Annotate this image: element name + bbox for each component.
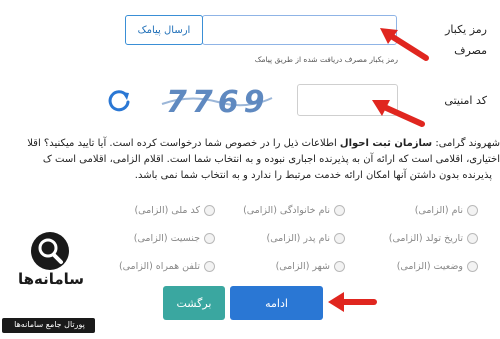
radio-icon[interactable] [467,261,478,272]
consent-line-3: پذیرنده بدون داشتن آنها امکان ارائه خدمت… [134,170,492,181]
field-label: وضعیت (الزامی) [396,261,463,272]
field-label: جنسیت (الزامی) [133,233,200,244]
field-gender[interactable]: جنسیت (الزامی) [134,233,215,244]
send-sms-button[interactable]: ارسال پیامک [125,15,203,45]
field-status[interactable]: وضعیت (الزامی) [397,261,478,272]
field-label: نام پدر (الزامی) [266,233,330,244]
field-first-name[interactable]: نام (الزامی) [415,205,478,216]
field-birth-date[interactable]: تاریخ تولد (الزامی) [389,233,478,244]
refresh-icon[interactable] [106,88,132,114]
field-label: تاریخ تولد (الزامی) [388,233,463,244]
consent-line-1: شهروند گرامی: سازمان ثبت احوال اطلاعات ذ… [27,138,500,149]
radio-icon[interactable] [467,233,478,244]
watermark-brand: سامانه‌ها [17,270,85,288]
radio-icon[interactable] [334,233,345,244]
otp-input[interactable] [202,15,397,45]
radio-icon[interactable] [467,205,478,216]
consent-text: شهروند گرامی: سازمان ثبت احوال اطلاعات ذ… [0,136,500,184]
watermark-emblem-icon [30,231,70,271]
field-mobile[interactable]: تلفن همراه (الزامی) [119,261,215,272]
arrow-captcha-icon [372,100,425,127]
field-city[interactable]: شهر (الزامی) [276,261,345,272]
otp-hint: رمز یکبار مصرف دریافت شده از طریق پیامک [254,55,398,64]
field-national-code[interactable]: کد ملی (الزامی) [134,205,215,216]
radio-icon[interactable] [204,205,215,216]
radio-icon[interactable] [334,261,345,272]
radio-icon[interactable] [204,233,215,244]
arrow-continue-icon [328,292,377,312]
field-father-name[interactable]: نام پدر (الزامی) [266,233,345,244]
field-label: کد ملی (الزامی) [134,205,200,216]
watermark-tagline: پورتال جامع سامانه‌ها [14,320,85,329]
arrow-otp-icon [380,28,429,61]
captcha-text: 7769 [166,85,270,120]
field-label: شهر (الزامی) [275,261,330,272]
consent-line-2: اختیاری، اقلامی است که ارائه آن به پذیرن… [42,154,500,165]
field-label: تلفن همراه (الزامی) [118,261,200,272]
captcha-image: 7769 [160,82,275,120]
continue-button[interactable]: ادامه [230,286,323,320]
back-button[interactable]: برگشت [163,286,225,320]
field-label: نام (الزامی) [414,205,463,216]
radio-icon[interactable] [334,205,345,216]
radio-icon[interactable] [204,261,215,272]
field-last-name[interactable]: نام خانوادگی (الزامی) [243,205,345,216]
field-label: نام خانوادگی (الزامی) [243,205,330,216]
